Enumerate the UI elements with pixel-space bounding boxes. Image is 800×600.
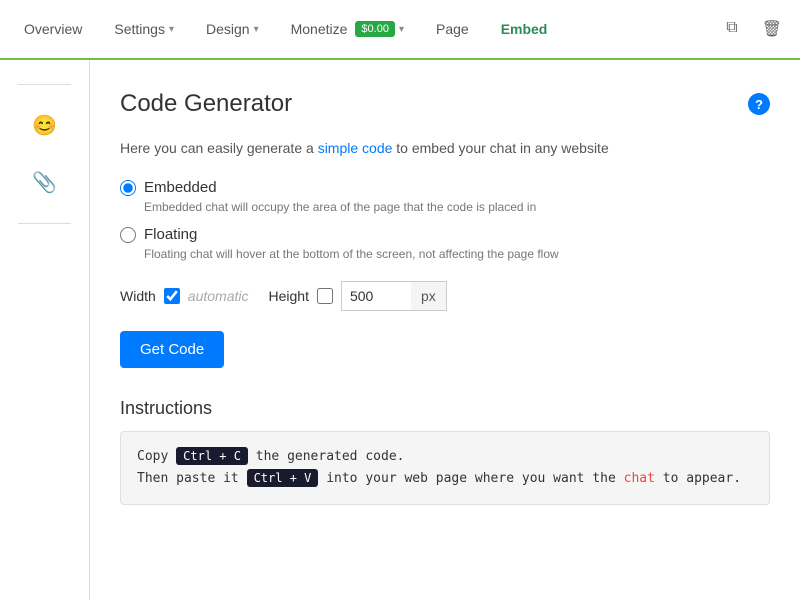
instruction-2-prefix: Then paste it: [137, 471, 247, 486]
ctrl-c-kbd: Ctrl + C: [176, 447, 248, 465]
delete-button[interactable]: 🗑: [754, 13, 790, 45]
floating-radio[interactable]: [120, 227, 136, 243]
chevron-down-icon: ▾: [254, 24, 259, 35]
floating-label: Floating: [144, 226, 197, 243]
description-text: Here you can easily generate a simple co…: [120, 138, 770, 159]
nav-label-overview: Overview: [24, 21, 82, 37]
ctrl-v-kbd: Ctrl + V: [247, 469, 319, 487]
dimension-row: Width automatic Height px: [120, 281, 770, 311]
height-group: Height px: [269, 281, 447, 311]
instruction-2-suffix: into your web page where you want the ch…: [318, 471, 741, 486]
instruction-line-1: Copy Ctrl + C the generated code.: [137, 446, 753, 468]
height-input[interactable]: [341, 281, 411, 311]
nav-item-settings[interactable]: Settings ▾: [100, 13, 188, 45]
instruction-1-prefix: Copy: [137, 449, 176, 464]
title-row: Code Generator ?: [120, 90, 770, 118]
sidebar-divider-bottom: [18, 223, 71, 224]
height-input-group: px: [341, 281, 447, 311]
chevron-down-icon: ▾: [169, 24, 174, 35]
nav-item-embed[interactable]: Embed: [487, 13, 562, 45]
main-content: Code Generator ? Here you can easily gen…: [90, 60, 800, 600]
floating-option[interactable]: Floating: [120, 226, 770, 243]
page-title: Code Generator: [120, 90, 292, 118]
nav-item-design[interactable]: Design ▾: [192, 13, 273, 45]
nav-label-monetize: Monetize: [291, 21, 348, 37]
floating-description: Floating chat will hover at the bottom o…: [144, 247, 770, 261]
width-auto-checkbox[interactable]: [164, 288, 180, 304]
top-navigation: Overview Settings ▾ Design ▾ Monetize $0…: [0, 0, 800, 60]
nav-label-design: Design: [206, 21, 250, 37]
instruction-line-2: Then paste it Ctrl + V into your web pag…: [137, 468, 753, 490]
emoji-icon[interactable]: 😊: [24, 105, 65, 146]
height-checkbox[interactable]: [317, 288, 333, 304]
chevron-down-icon: ▾: [399, 24, 404, 35]
nav-item-overview[interactable]: Overview: [10, 13, 96, 45]
embed-type-radio-group: Embedded Embedded chat will occupy the a…: [120, 179, 770, 261]
embedded-option[interactable]: Embedded: [120, 179, 770, 196]
copy-button[interactable]: ⧉: [718, 13, 745, 45]
layout: 😊 📎 Code Generator ? Here you can easily…: [0, 60, 800, 600]
embedded-label: Embedded: [144, 179, 217, 196]
nav-label-settings: Settings: [114, 21, 165, 37]
nav-icon-group: ⧉ 🗑: [718, 13, 790, 45]
copy-icon: ⧉: [726, 19, 737, 36]
attachment-icon[interactable]: 📎: [24, 162, 65, 203]
nav-item-page[interactable]: Page: [422, 13, 483, 45]
embedded-radio[interactable]: [120, 180, 136, 196]
width-label: Width: [120, 288, 156, 304]
sidebar: 😊 📎: [0, 60, 90, 600]
nav-item-monetize[interactable]: Monetize $0.00 ▾: [277, 13, 418, 45]
description-highlight: simple code: [318, 140, 393, 156]
nav-label-embed: Embed: [501, 21, 548, 37]
height-label: Height: [269, 288, 309, 304]
get-code-button[interactable]: Get Code: [120, 331, 224, 368]
width-group: Width automatic: [120, 288, 249, 304]
height-unit-label: px: [411, 281, 447, 311]
instructions-title: Instructions: [120, 398, 770, 419]
trash-icon: 🗑: [762, 21, 782, 38]
help-icon[interactable]: ?: [748, 93, 770, 115]
instructions-box: Copy Ctrl + C the generated code. Then p…: [120, 431, 770, 505]
sidebar-divider-top: [18, 84, 71, 85]
width-auto-text: automatic: [188, 288, 249, 304]
embedded-description: Embedded chat will occupy the area of th…: [144, 200, 770, 214]
chat-red-text: chat: [624, 471, 655, 486]
monetize-badge: $0.00: [355, 21, 395, 37]
nav-label-page: Page: [436, 21, 469, 37]
instruction-1-suffix: the generated code.: [248, 449, 405, 464]
